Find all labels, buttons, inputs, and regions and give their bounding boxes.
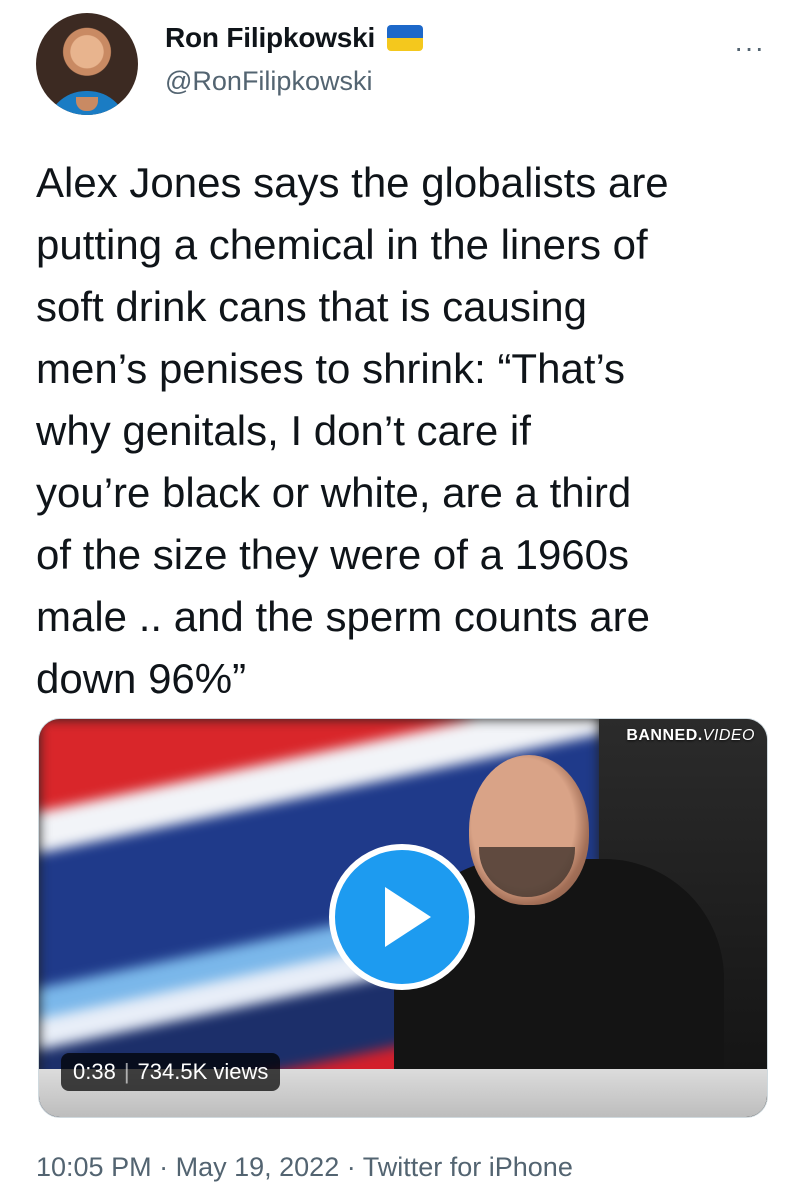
- play-button[interactable]: [329, 844, 475, 990]
- play-icon: [385, 887, 431, 947]
- tweet-text: Alex Jones says the globalists are putti…: [36, 159, 669, 702]
- author-display-name[interactable]: Ron Filipkowski: [165, 22, 375, 54]
- tweet-date[interactable]: May 19, 2022: [176, 1152, 340, 1182]
- video-meta-badge: 0:38 | 734.5K views: [61, 1053, 281, 1091]
- video-views: 734.5K views: [137, 1059, 269, 1084]
- tweet-time[interactable]: 10:05 PM: [36, 1152, 152, 1182]
- avatar[interactable]: [36, 13, 138, 115]
- more-options-icon[interactable]: ···: [734, 32, 765, 64]
- video-duration: 0:38: [73, 1059, 116, 1084]
- video-player[interactable]: BANNED.VIDEO 0:38 | 734.5K views: [38, 718, 768, 1118]
- watermark-banned: BANNED.: [626, 727, 703, 744]
- timestamp-separator-2: ·: [346, 1152, 356, 1182]
- author-name-row[interactable]: Ron Filipkowski: [165, 22, 424, 54]
- author-handle[interactable]: @RonFilipkowski: [165, 66, 372, 97]
- tweet-timestamp[interactable]: 10:05 PM · May 19, 2022 · Twitter for iP…: [36, 1152, 573, 1183]
- timestamp-separator: ·: [159, 1152, 169, 1182]
- meta-separator: |: [123, 1059, 130, 1084]
- video-watermark: BANNED.VIDEO: [626, 727, 755, 745]
- watermark-video: VIDEO: [702, 727, 755, 744]
- ukraine-flag-icon: [387, 25, 424, 51]
- tweet-client[interactable]: Twitter for iPhone: [363, 1152, 573, 1182]
